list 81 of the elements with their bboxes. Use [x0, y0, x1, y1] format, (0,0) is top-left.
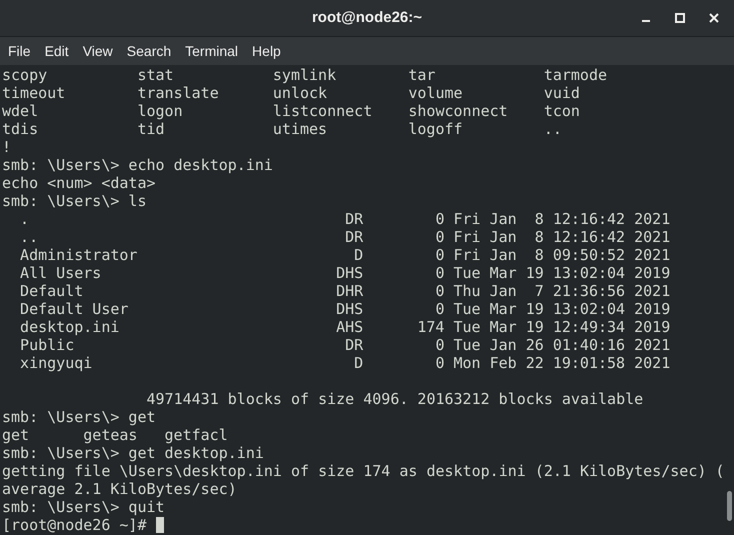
- menu-item[interactable]: Search: [120, 40, 178, 62]
- file-size: 0: [434, 246, 444, 264]
- terminal-text: unlock: [272, 84, 328, 102]
- menu-item[interactable]: Terminal: [178, 40, 246, 62]
- terminal-text: ..: [544, 120, 563, 138]
- menu-item[interactable]: Help: [245, 40, 288, 62]
- file-size: 0: [434, 282, 444, 300]
- menu-item[interactable]: File: [1, 40, 38, 62]
- terminal-text: timeout: [2, 84, 66, 102]
- terminal-text: showconnect: [408, 102, 509, 120]
- terminal-text: smb: \Users\> echo desktop.ini: [2, 156, 273, 174]
- file-name: Default: [20, 282, 84, 300]
- file-date: Tue Jan 26 01:40:16 2021: [453, 336, 670, 354]
- close-icon: [709, 13, 719, 23]
- terminal-text: get: [2, 426, 30, 444]
- menu-item[interactable]: View: [76, 40, 120, 62]
- file-size: 0: [434, 264, 444, 282]
- file-name: ..: [20, 228, 40, 246]
- file-name: .: [20, 210, 30, 228]
- file-size: 0: [434, 228, 444, 246]
- file-attributes: D: [353, 246, 364, 264]
- file-attributes: D: [353, 354, 364, 372]
- terminal-text: tarmode: [544, 66, 608, 84]
- file-attributes: DHS: [335, 300, 364, 318]
- file-name: Administrator: [20, 246, 138, 264]
- terminal-text: echo <num> <data>: [2, 174, 156, 192]
- file-size: 0: [434, 354, 444, 372]
- file-size: 0: [434, 210, 444, 228]
- file-attributes: DHR: [335, 282, 364, 300]
- file-attributes: DHS: [335, 264, 364, 282]
- terminal-text: smb: \Users\> quit: [2, 498, 165, 516]
- terminal-text: 49714431 blocks of size 4096. 20163212 blocks available: [146, 390, 644, 408]
- minimize-icon: [642, 20, 650, 22]
- file-date: Thu Jan 7 21:36:56 2021: [453, 282, 670, 300]
- file-attributes: DR: [344, 336, 364, 354]
- terminal-text: tid: [137, 120, 166, 138]
- terminal-text: stat: [137, 66, 175, 84]
- terminal-text: tcon: [544, 102, 581, 120]
- terminal-prompt: [root@node26 ~]#: [2, 516, 146, 534]
- file-size: 0: [434, 300, 444, 318]
- file-attributes: DR: [344, 228, 364, 246]
- file-size: 174: [416, 318, 444, 336]
- terminal-text: logon: [137, 102, 184, 120]
- file-name: desktop.ini: [20, 318, 120, 336]
- terminal-text: listconnect: [272, 102, 374, 120]
- terminal-text: symlink: [272, 66, 338, 84]
- terminal-text: scopy: [2, 66, 48, 84]
- maximize-icon: [675, 13, 685, 23]
- terminal-text: average 2.1 KiloBytes/sec): [2, 480, 237, 498]
- terminal-text: !: [2, 138, 12, 156]
- file-date: Fri Jan 8 12:16:42 2021: [453, 210, 670, 228]
- file-attributes: AHS: [335, 318, 364, 336]
- terminal-text: tar: [408, 66, 436, 84]
- terminal-text: tdis: [2, 120, 40, 138]
- terminal-text: volume: [408, 84, 464, 102]
- file-date: Tue Mar 19 12:49:34 2019: [453, 318, 670, 336]
- file-name: All Users: [20, 264, 102, 282]
- terminal-text: vuid: [544, 84, 581, 102]
- terminal-text: utimes: [272, 120, 328, 138]
- window-title: root@node26:~: [312, 8, 422, 28]
- file-name: Default User: [20, 300, 130, 318]
- terminal-text: smb: \Users\> ls: [2, 192, 146, 210]
- terminal-text: geteas: [83, 426, 138, 444]
- terminal-text: getting file \Users\desktop.ini of size 174 as desktop.ini (2.1 KiloBytes/sec) (: [2, 462, 724, 480]
- terminal-text: logoff: [408, 120, 464, 138]
- file-name: Public: [20, 336, 76, 354]
- scrollbar-thumb[interactable]: [727, 491, 732, 521]
- file-date: Mon Feb 22 19:01:58 2021: [453, 354, 670, 372]
- terminal-text: translate: [137, 84, 220, 102]
- file-name: xingyuqi: [20, 354, 94, 372]
- file-size: 0: [434, 336, 444, 354]
- file-attributes: DR: [344, 210, 364, 228]
- terminal-text: wdel: [2, 102, 40, 120]
- menu-item[interactable]: Edit: [38, 40, 76, 62]
- file-date: Fri Jan 8 12:16:42 2021: [453, 228, 670, 246]
- terminal-text: smb: \Users\> get: [2, 408, 156, 426]
- terminal-text: getfacl: [164, 426, 229, 444]
- file-date: Tue Mar 19 13:02:04 2019: [453, 264, 670, 282]
- file-date: Tue Mar 19 13:02:04 2019: [453, 300, 670, 318]
- terminal-text: smb: \Users\> get desktop.ini: [2, 444, 264, 462]
- file-date: Fri Jan 8 09:50:52 2021: [453, 246, 670, 264]
